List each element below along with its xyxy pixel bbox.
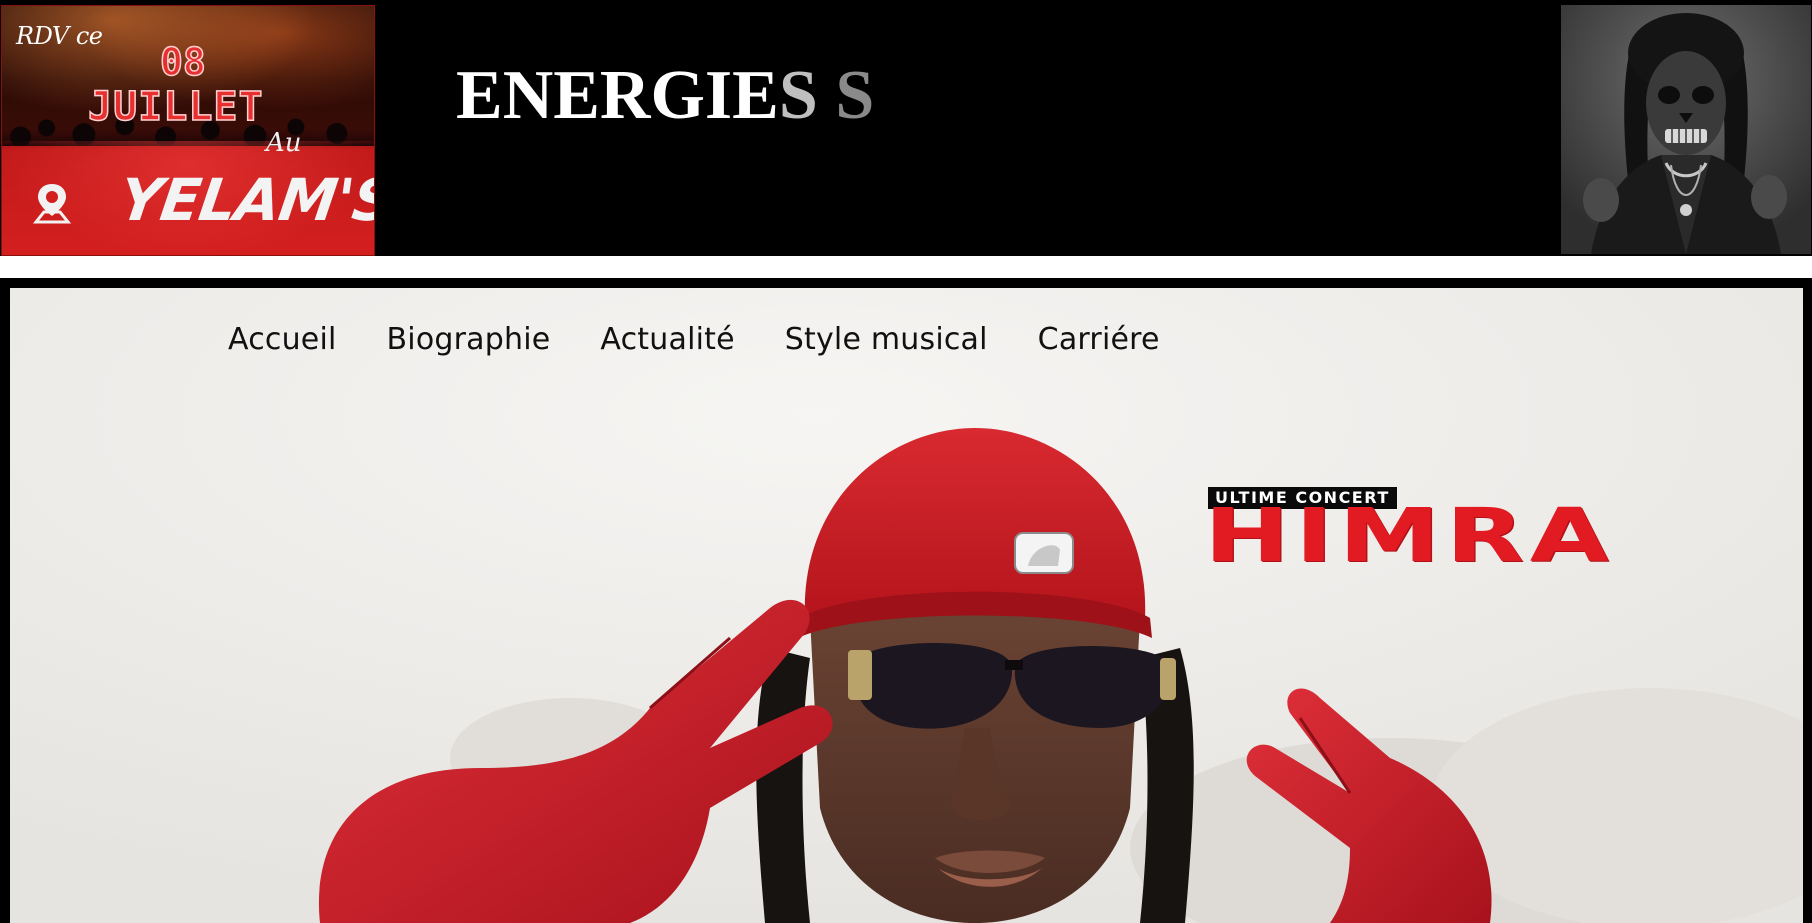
site-title-faded: S bbox=[778, 57, 818, 134]
artist-portrait[interactable] bbox=[1561, 5, 1811, 254]
hero-image bbox=[10, 288, 1803, 923]
concert-name-logo: HIMRA bbox=[1204, 493, 1615, 579]
promo-preposition: Au bbox=[266, 128, 302, 158]
portrait-illustration bbox=[1561, 5, 1811, 254]
header-banner: RDV ce 08 JUILLET Au YELAM'S ENERGIES S bbox=[0, 0, 1812, 256]
site-title: ENERGIES S bbox=[456, 56, 874, 136]
promo-day: 08 bbox=[159, 39, 206, 85]
nav-item-style-musical[interactable]: Style musical bbox=[785, 322, 988, 357]
promo-venue: YELAM'S bbox=[115, 166, 375, 234]
hero-photo bbox=[10, 288, 1803, 923]
site-title-main: ENERGIE bbox=[456, 57, 779, 134]
concert-promo-image[interactable]: RDV ce 08 JUILLET Au YELAM'S bbox=[1, 5, 375, 256]
nav-item-actualite[interactable]: Actualité bbox=[600, 322, 734, 357]
promo-intro-text: RDV ce bbox=[16, 22, 103, 50]
nav-item-accueil[interactable]: Accueil bbox=[228, 322, 337, 357]
main-nav: Accueil Biographie Actualité Style music… bbox=[228, 322, 1160, 357]
site-title-faded-2: S bbox=[817, 57, 875, 134]
map-pin-icon bbox=[32, 184, 72, 224]
promo-month: JUILLET bbox=[87, 83, 264, 131]
nav-item-biographie[interactable]: Biographie bbox=[387, 322, 551, 357]
nav-item-carriere[interactable]: Carriére bbox=[1038, 322, 1160, 357]
